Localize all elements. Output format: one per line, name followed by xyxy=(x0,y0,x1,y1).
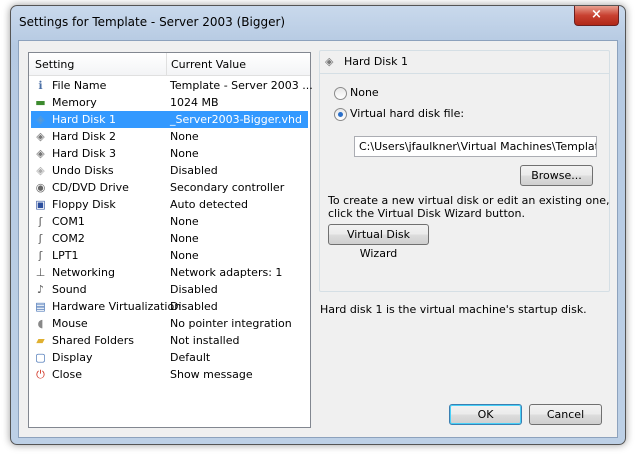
setting-label: Undo Disks xyxy=(52,164,114,177)
list-header: Setting Current Value xyxy=(29,53,310,76)
window-title: Settings for Template - Server 2003 (Big… xyxy=(19,15,286,29)
cancel-button[interactable]: Cancel xyxy=(529,404,602,425)
settings-row-memory[interactable]: ▬ Memory 1024 MB xyxy=(31,94,308,111)
setting-label: Hardware Virtualization xyxy=(52,300,182,313)
settings-row-sound[interactable]: ♪ Sound Disabled xyxy=(31,281,308,298)
setting-label: Networking xyxy=(52,266,115,279)
browse-button[interactable]: Browse... xyxy=(520,165,593,186)
setting-icon: ◈ xyxy=(36,130,45,143)
setting-icon: ▢ xyxy=(35,351,46,364)
settings-row-cd-dvd-drive[interactable]: ◉ CD/DVD Drive Secondary controller xyxy=(31,179,308,196)
settings-row-com2[interactable]: ʃ COM2 None xyxy=(31,230,308,247)
settings-list[interactable]: Setting Current Value ℹ File Name Template… xyxy=(28,52,313,428)
setting-value: Network adapters: 1 xyxy=(170,266,283,279)
setting-label: Hard Disk 3 xyxy=(52,147,116,160)
heading-label: Hard Disk 1 xyxy=(344,55,408,68)
setting-icon: ⏻ xyxy=(36,368,45,381)
dialog-client: Setting Current Value ℹ File Name Template… xyxy=(18,40,618,438)
settings-row-file-name[interactable]: ℹ File Name Template - Server 2003 ... xyxy=(31,77,312,94)
setting-icon: ◈ xyxy=(36,164,45,177)
setting-icon: ♪ xyxy=(36,283,45,296)
setting-value: Show message xyxy=(170,368,253,381)
setting-value: Default xyxy=(170,351,211,364)
radio-virtual-disk-label[interactable]: Virtual hard disk file: xyxy=(350,107,464,120)
setting-icon: ⊥ xyxy=(35,266,46,279)
column-current-value[interactable]: Current Value xyxy=(171,58,246,71)
settings-window: Settings for Template - Server 2003 (Big… xyxy=(10,5,626,445)
setting-value: 1024 MB xyxy=(170,96,219,109)
setting-icon: ▣ xyxy=(35,198,46,211)
setting-label: Close xyxy=(52,368,82,381)
setting-value: Disabled xyxy=(170,283,218,296)
setting-icon: ▬ xyxy=(35,96,46,109)
setting-value: _Server2003-Bigger.vhd xyxy=(170,113,302,126)
radio-virtual-disk[interactable] xyxy=(334,108,347,121)
settings-row-hard-disk-3[interactable]: ◈ Hard Disk 3 None xyxy=(31,145,308,162)
setting-icon: ℹ xyxy=(38,79,43,92)
radio-none[interactable] xyxy=(334,87,347,100)
close-button[interactable]: × xyxy=(574,6,619,26)
settings-row-display[interactable]: ▢ Display Default xyxy=(31,349,308,366)
setting-value: None xyxy=(170,215,199,228)
setting-label: CD/DVD Drive xyxy=(52,181,129,194)
hard-disk-icon: ◈ xyxy=(325,55,334,68)
settings-row-mouse[interactable]: ◖ Mouse No pointer integration xyxy=(31,315,308,332)
ok-button[interactable]: OK xyxy=(449,404,522,425)
setting-icon: ʃ xyxy=(38,249,43,262)
settings-row-close[interactable]: ⏻ Close Show message xyxy=(31,366,308,383)
setting-icon: ◉ xyxy=(35,181,46,194)
setting-label: Mouse xyxy=(52,317,88,330)
startup-disk-note: Hard disk 1 is the virtual machine's sta… xyxy=(320,303,587,316)
settings-row-lpt1[interactable]: ʃ LPT1 None xyxy=(31,247,308,264)
setting-label: LPT1 xyxy=(52,249,79,262)
setting-icon: ▰ xyxy=(36,334,45,347)
setting-label: Memory xyxy=(52,96,97,109)
setting-value: None xyxy=(170,232,199,245)
help-text-2: click the Virtual Disk Wizard button. xyxy=(328,207,525,220)
setting-value: None xyxy=(170,249,199,262)
setting-icon: ʃ xyxy=(38,215,43,228)
settings-row-hard-disk-2[interactable]: ◈ Hard Disk 2 None xyxy=(31,128,308,145)
setting-value: Disabled xyxy=(170,300,218,313)
setting-icon: ◈ xyxy=(36,147,45,160)
radio-none-label[interactable]: None xyxy=(350,86,379,99)
settings-row-hardware-virtualization[interactable]: ▤ Hardware Virtualization Disabled xyxy=(31,298,308,315)
setting-value: Template - Server 2003 ... xyxy=(170,79,313,92)
settings-row-com1[interactable]: ʃ COM1 None xyxy=(31,213,308,230)
setting-value: Not installed xyxy=(170,334,240,347)
column-divider[interactable] xyxy=(166,53,167,75)
setting-value: Disabled xyxy=(170,164,218,177)
settings-row-shared-folders[interactable]: ▰ Shared Folders Not installed xyxy=(31,332,308,349)
settings-row-floppy-disk[interactable]: ▣ Floppy Disk Auto detected xyxy=(31,196,308,213)
setting-value: Auto detected xyxy=(170,198,248,211)
settings-row-hard-disk-1[interactable]: ◈ Hard Disk 1 _Server2003-Bigger.vhd xyxy=(31,111,308,128)
setting-label: Display xyxy=(52,351,93,364)
group-heading: ◈ Hard Disk 1 xyxy=(320,51,609,74)
setting-value: None xyxy=(170,130,199,143)
hard-disk-group: ◈ Hard Disk 1 None Virtual hard disk fil… xyxy=(319,50,610,292)
setting-label: COM1 xyxy=(52,215,85,228)
setting-label: Sound xyxy=(52,283,87,296)
column-setting[interactable]: Setting xyxy=(35,58,74,71)
setting-label: COM2 xyxy=(52,232,85,245)
setting-label: Hard Disk 2 xyxy=(52,130,116,143)
help-text-1: To create a new virtual disk or edit an … xyxy=(328,194,610,207)
virtual-disk-wizard-button[interactable]: Virtual Disk Wizard xyxy=(328,224,429,260)
setting-icon: ▤ xyxy=(35,300,46,313)
setting-label: Hard Disk 1 xyxy=(52,113,116,126)
vhd-path-input[interactable]: C:\Users\jfaulkner\Virtual Machines\Temp… xyxy=(354,136,597,157)
setting-label: Shared Folders xyxy=(52,334,134,347)
setting-label: Floppy Disk xyxy=(52,198,116,211)
setting-icon: ◈ xyxy=(36,113,45,126)
setting-icon: ◖ xyxy=(37,317,44,330)
setting-label: File Name xyxy=(52,79,107,92)
setting-value: None xyxy=(170,147,199,160)
setting-value: No pointer integration xyxy=(170,317,292,330)
settings-row-networking[interactable]: ⊥ Networking Network adapters: 1 xyxy=(31,264,308,281)
setting-value: Secondary controller xyxy=(170,181,285,194)
setting-icon: ʃ xyxy=(38,232,43,245)
settings-row-undo-disks[interactable]: ◈ Undo Disks Disabled xyxy=(31,162,308,179)
